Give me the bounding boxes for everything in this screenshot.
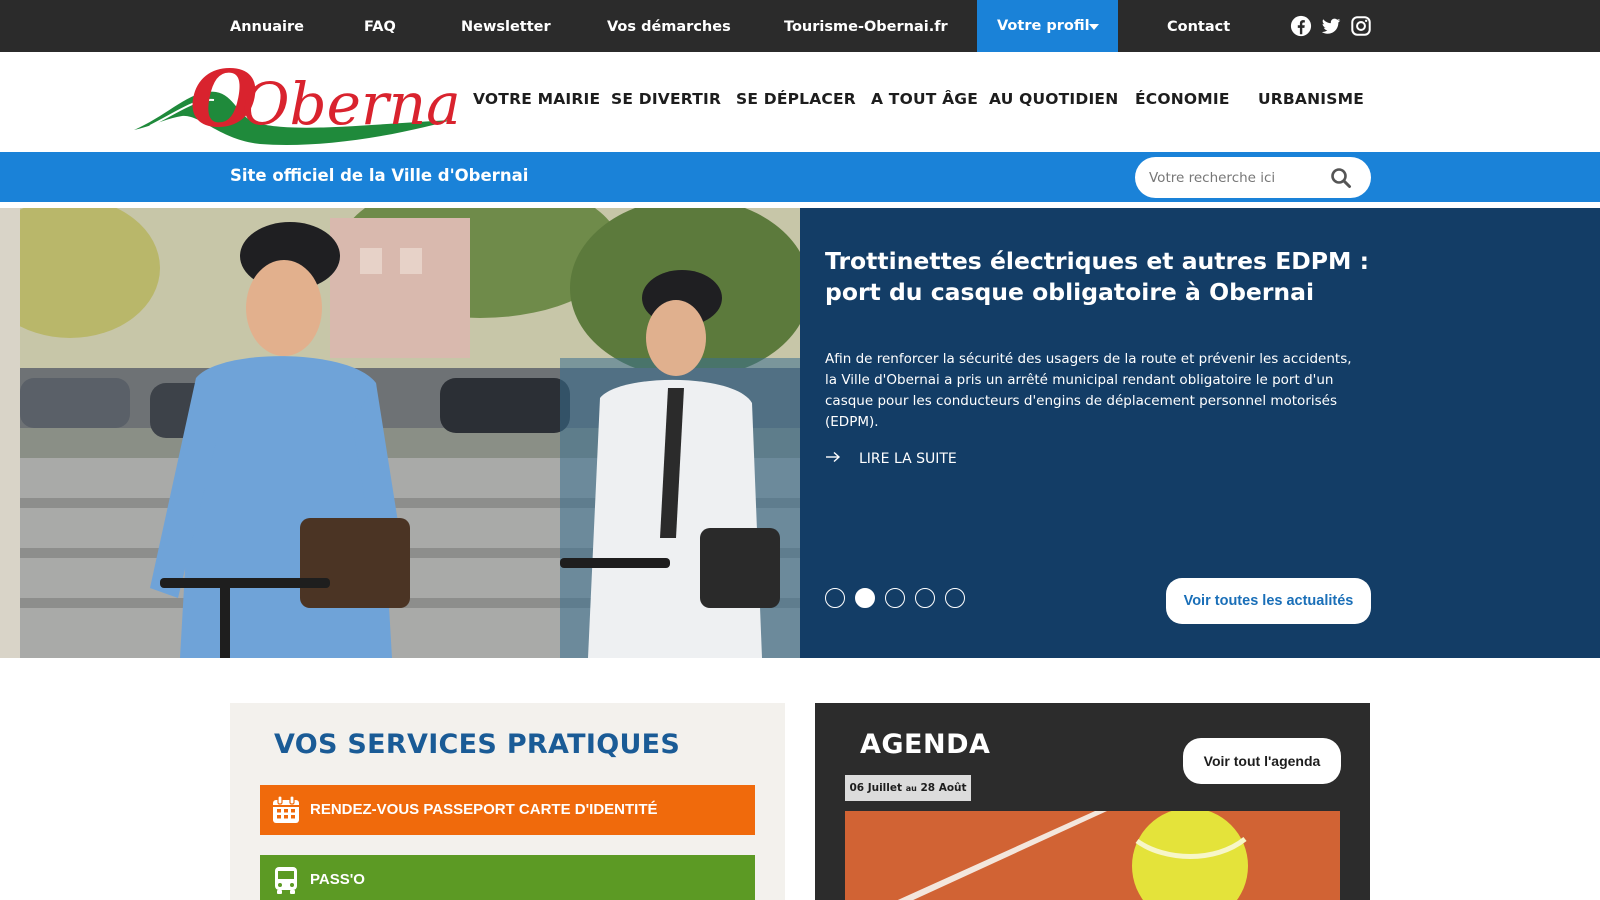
- event-date-end: 28 Août: [920, 782, 967, 794]
- news-slide-image[interactable]: [0, 208, 800, 658]
- bus-icon: [275, 867, 297, 894]
- service-button-passport[interactable]: RENDEZ-VOUS PASSEPORT CARTE D'IDENTITÉ: [260, 785, 755, 835]
- topbar-link-faq[interactable]: FAQ: [364, 0, 396, 52]
- caret-down-icon: [1089, 24, 1099, 30]
- profile-dropdown[interactable]: Votre profil: [977, 0, 1118, 52]
- nav-se-divertir[interactable]: SE DIVERTIR: [611, 90, 721, 108]
- logo-wordmark: Obernai: [242, 70, 462, 138]
- facebook-icon[interactable]: [1290, 15, 1312, 37]
- services-panel: VOS SERVICES PRATIQUES RENDEZ-VOUS PASSE…: [230, 703, 785, 900]
- nav-votre-mairie[interactable]: VOTRE MAIRIE: [473, 90, 600, 108]
- event-image[interactable]: [845, 811, 1340, 900]
- carousel-dot[interactable]: [915, 588, 935, 608]
- event-date-separator: au: [905, 784, 917, 793]
- all-agenda-button[interactable]: Voir tout l'agenda: [1183, 738, 1341, 784]
- main-header: O Obernai VOTRE MAIRIE SE DIVERTIR SE DÉ…: [0, 52, 1600, 152]
- service-button-passo[interactable]: PASS'O: [260, 855, 755, 900]
- topbar-link-newsletter[interactable]: Newsletter: [461, 0, 551, 52]
- site-title-bar: Site officiel de la Ville d'Obernai: [0, 152, 1600, 202]
- topbar-link-vos-demarches[interactable]: Vos démarches: [607, 0, 731, 52]
- topbar-link-contact[interactable]: Contact: [1167, 0, 1230, 52]
- services-title: VOS SERVICES PRATIQUES: [274, 729, 681, 760]
- search-input[interactable]: [1149, 167, 1329, 189]
- faded-previous-slide-text: [825, 321, 1365, 339]
- read-more-link[interactable]: LIRE LA SUITE: [825, 451, 957, 467]
- top-utility-bar: Annuaire FAQ Newsletter Vos démarches To…: [0, 0, 1600, 52]
- arrow-right-icon: [826, 451, 841, 463]
- service-button-label: PASS'O: [310, 871, 365, 888]
- topbar-link-annuaire[interactable]: Annuaire: [230, 0, 304, 52]
- profile-dropdown-label: Votre profil: [997, 18, 1090, 34]
- site-title: Site officiel de la Ville d'Obernai: [230, 166, 529, 185]
- carousel-dot-active[interactable]: [855, 588, 875, 608]
- service-button-label: RENDEZ-VOUS PASSEPORT CARTE D'IDENTITÉ: [310, 801, 658, 818]
- nav-se-deplacer[interactable]: SE DÉPLACER: [736, 90, 856, 108]
- all-news-button[interactable]: Voir toutes les actualités: [1166, 578, 1371, 624]
- news-carousel: Trottinettes électriques et autres EDPM …: [0, 208, 1600, 658]
- event-date-start: 06 Juillet: [849, 782, 903, 794]
- search-box: [1135, 157, 1371, 198]
- news-headline[interactable]: Trottinettes électriques et autres EDPM …: [825, 246, 1385, 308]
- event-date-badge: 06 Juillet au 28 Août: [845, 775, 971, 801]
- topbar-link-tourisme[interactable]: Tourisme-Obernai.fr: [784, 0, 948, 52]
- obernai-logo[interactable]: O Obernai: [130, 54, 462, 150]
- calendar-icon: [273, 795, 299, 823]
- nav-au-quotidien[interactable]: AU QUOTIDIEN: [989, 90, 1118, 108]
- read-more-label: LIRE LA SUITE: [859, 451, 957, 467]
- search-icon[interactable]: [1329, 166, 1353, 190]
- nav-a-tout-age[interactable]: A TOUT ÂGE: [871, 90, 978, 108]
- carousel-dot[interactable]: [945, 588, 965, 608]
- nav-economie[interactable]: ÉCONOMIE: [1135, 90, 1230, 108]
- agenda-panel: AGENDA Voir tout l'agenda 06 Juillet au …: [815, 703, 1370, 900]
- instagram-icon[interactable]: [1350, 15, 1372, 37]
- news-excerpt: Afin de renforcer la sécurité des usager…: [825, 351, 1352, 430]
- twitter-icon[interactable]: [1320, 15, 1342, 37]
- nav-urbanisme[interactable]: URBANISME: [1258, 90, 1364, 108]
- carousel-dot[interactable]: [885, 588, 905, 608]
- carousel-dot[interactable]: [825, 588, 845, 608]
- agenda-title: AGENDA: [860, 729, 991, 760]
